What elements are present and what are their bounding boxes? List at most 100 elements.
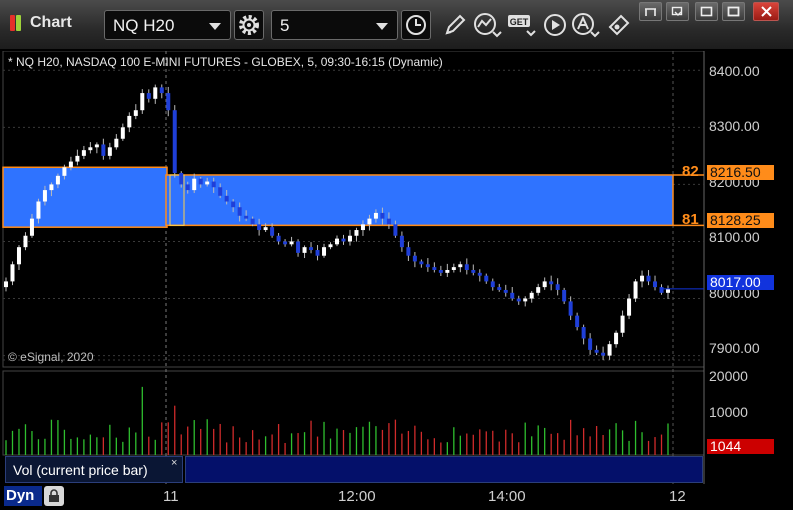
chart-info-line: * NQ H20, NASDAQ 100 E-MINI FUTURES - GL… — [8, 55, 443, 69]
candle-body — [484, 275, 489, 282]
candle-body — [120, 127, 125, 139]
draw-tool-button[interactable] — [440, 10, 470, 40]
minimize-icon — [671, 6, 683, 16]
chevron-down-icon[interactable] — [376, 23, 388, 30]
settings-gear-button[interactable] — [234, 10, 264, 40]
candle-body — [81, 150, 86, 156]
candle-body — [510, 292, 515, 299]
dynamic-mode-label[interactable]: Dyn — [4, 486, 42, 506]
symbol-combo[interactable]: NQ H20 — [104, 10, 231, 40]
candle-body — [198, 178, 203, 185]
candle-body — [432, 267, 437, 270]
candle-body — [49, 184, 54, 191]
close-icon[interactable]: × — [171, 457, 177, 469]
candle-body — [185, 184, 190, 191]
get-label: GET — [510, 17, 529, 27]
candle-body — [347, 235, 352, 242]
alert-icon — [572, 13, 600, 38]
candle-body — [464, 264, 469, 270]
volume-value-tag: 1044 — [707, 439, 774, 454]
price-axis-label: 8400.00 — [709, 63, 760, 79]
minimize-button[interactable] — [666, 2, 689, 21]
candle-body — [633, 281, 638, 299]
candle-body — [88, 147, 93, 151]
price-axis-label: 7900.00 — [709, 340, 760, 356]
chevron-down-icon[interactable] — [209, 23, 221, 30]
candle-body — [438, 269, 443, 273]
candle-body — [36, 201, 41, 219]
maximize-button[interactable] — [695, 2, 718, 21]
chart-style-button[interactable] — [473, 10, 503, 40]
maximize-icon — [700, 6, 713, 17]
candle-body — [620, 315, 625, 333]
candle-body — [354, 230, 359, 236]
current-zone — [165, 174, 674, 227]
candle-body — [146, 93, 151, 99]
time-template-button[interactable] — [401, 10, 431, 40]
time-axis-label: 12 — [669, 488, 686, 505]
window-title: Chart — [30, 14, 72, 31]
candle-body — [627, 298, 632, 316]
play-button[interactable] — [540, 10, 570, 40]
maximize-window-button[interactable] — [722, 2, 745, 21]
candle-body — [490, 281, 495, 288]
candle-body — [451, 267, 456, 270]
candle-body — [322, 247, 327, 256]
candle-body — [659, 287, 664, 293]
lower-level-tag: 8128.25 — [707, 213, 774, 228]
candle-body — [127, 115, 132, 128]
prior-zone — [2, 166, 168, 228]
price-chart[interactable] — [0, 51, 793, 484]
candle-body — [62, 167, 67, 176]
candle-body — [497, 287, 502, 290]
candle-body — [523, 298, 528, 302]
candle-body — [101, 144, 106, 156]
candle-body — [425, 264, 430, 268]
time-axis-label: 11 — [163, 488, 179, 505]
candle-body — [419, 261, 424, 265]
candle-body — [172, 110, 177, 173]
get-data-icon: GET — [508, 15, 536, 37]
alert-button[interactable] — [571, 10, 601, 40]
candle-body — [653, 281, 658, 288]
candle-body — [55, 175, 60, 185]
candle-body — [503, 289, 508, 293]
chart-style-icon — [474, 13, 502, 38]
restore-icon — [645, 8, 656, 16]
candle-body — [296, 241, 301, 253]
candle-body — [458, 264, 463, 268]
link-button[interactable] — [604, 10, 634, 40]
candle-body — [640, 275, 645, 282]
volume-legend: Vol (current price bar) — [5, 456, 183, 483]
candle-body — [263, 227, 268, 231]
candle-body — [29, 218, 34, 236]
candle-body — [179, 172, 184, 185]
close-icon — [760, 6, 772, 17]
get-data-button[interactable]: GET — [507, 10, 537, 40]
candle-body — [516, 298, 521, 302]
symbol-value: NQ H20 — [113, 16, 175, 35]
candle-body — [250, 218, 255, 225]
candle-body — [231, 201, 236, 208]
candle-body — [153, 87, 158, 99]
candle-body — [10, 264, 15, 282]
candle-body — [542, 281, 547, 288]
candle-body — [380, 212, 385, 219]
settings-gear-icon — [239, 15, 259, 35]
volume-pane-frame — [2, 370, 705, 456]
candle-body — [341, 238, 346, 242]
interval-value: 5 — [280, 16, 290, 35]
candle-body — [94, 144, 99, 148]
lock-icon[interactable] — [44, 486, 64, 506]
interval-combo[interactable]: 5 — [271, 10, 398, 40]
chart-toolbar: Chart NQ H20 5 GET — [0, 0, 793, 50]
volume-axis-label: 20000 — [709, 368, 748, 384]
volume-legend-strip — [185, 456, 703, 483]
close-button[interactable] — [753, 2, 779, 21]
restore-button[interactable] — [639, 2, 662, 21]
upper-level-tag: 8216.50 — [707, 165, 774, 180]
pencil-draw-icon — [445, 14, 466, 35]
candle-body — [568, 301, 573, 316]
candle-body — [562, 289, 567, 302]
candle-body — [406, 247, 411, 256]
